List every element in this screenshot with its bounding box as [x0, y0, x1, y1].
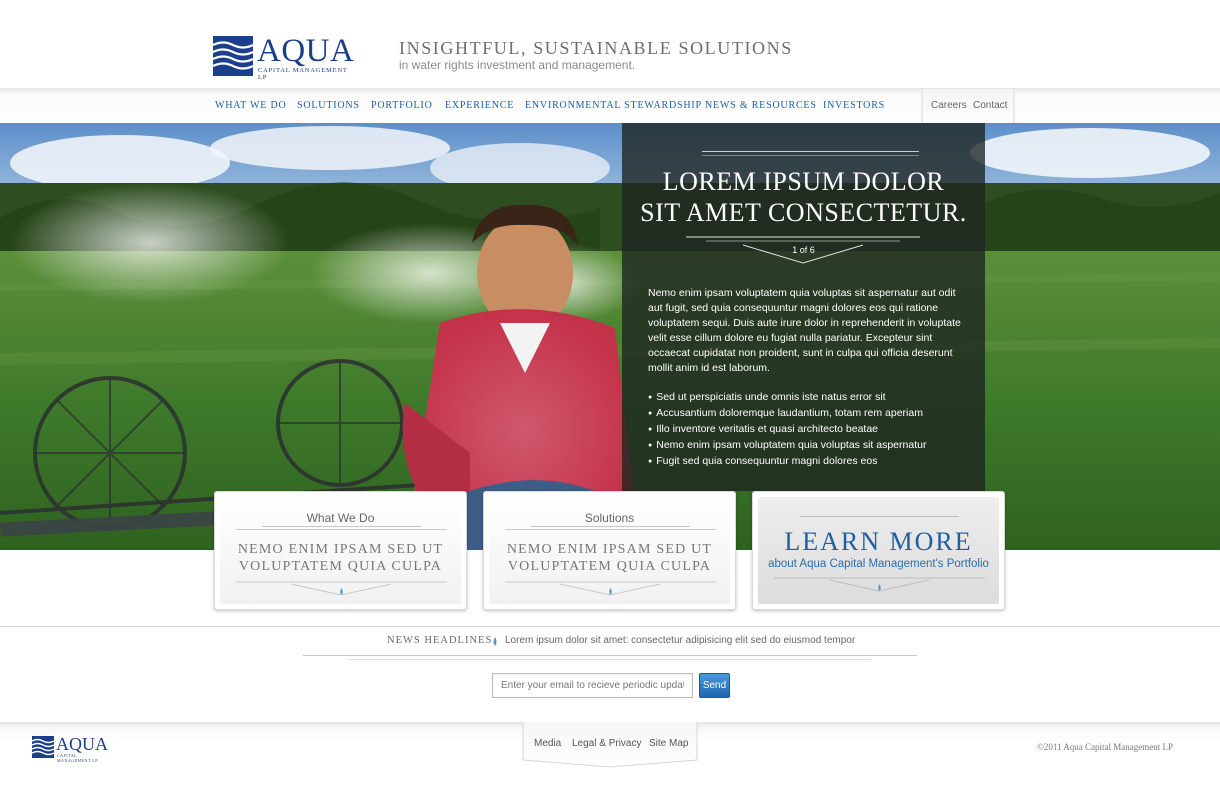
panel-rule — [702, 151, 919, 152]
water-drop-icon — [493, 637, 497, 646]
tagline: INSIGHTFUL, SUSTAINABLE SOLUTIONS — [399, 38, 793, 58]
card-inner: What We Do NEMO ENIM IPSAM SED UT VOLUPT… — [220, 497, 461, 604]
footer-logo[interactable]: AQUA Capital Management LP — [32, 734, 112, 763]
card-text-line1: NEMO ENIM IPSAM SED UT — [506, 542, 713, 557]
logo-wordmark: AQUA — [257, 33, 355, 69]
water-drop-icon — [608, 588, 612, 595]
news-headline-link[interactable]: Lorem ipsum dolor sit amet: consectetur … — [505, 635, 855, 646]
nav-item-solutions[interactable]: Solutions — [297, 100, 360, 111]
card-text-line2: VOLUPTATEM QUIA CULPA — [238, 559, 443, 574]
card-rule — [262, 526, 421, 527]
wave-logo-icon — [213, 36, 253, 76]
nav-item-investors[interactable]: Investors — [823, 100, 885, 111]
card-rule — [236, 529, 447, 530]
news-rule — [303, 655, 917, 656]
solutions-card[interactable]: Solutions NEMO ENIM IPSAM SED UT VOLUPTA… — [483, 491, 736, 610]
card-text-line2: VOLUPTATEM QUIA CULPA — [507, 559, 712, 574]
slide-counter: 1 of 6 — [792, 245, 815, 255]
footer-link-media[interactable]: Media — [534, 738, 561, 749]
hero-body-text: Nemo enim ipsam voluptatem quia voluptas… — [648, 287, 961, 374]
card-text-line1: NEMO ENIM IPSAM SED UT — [237, 542, 444, 557]
wave-logo-icon — [32, 736, 54, 758]
news-divider — [0, 626, 1220, 627]
hero-panel: LOREM IPSUM DOLOR SIT AMET CONSECTETUR. … — [622, 123, 985, 491]
contact-link[interactable]: Contact — [973, 100, 1007, 111]
card-title: What We Do — [306, 511, 375, 525]
footer-logo-subtitle: Capital Management LP — [57, 753, 98, 763]
footer-link-legal-privacy[interactable]: Legal & Privacy — [572, 738, 641, 749]
hero-bullet-list: Sed ut perspiciatis unde omnis iste natu… — [648, 390, 968, 470]
learn-more-heading: LEARN MORE — [784, 527, 973, 556]
footer-link-site-map[interactable]: Site Map — [649, 738, 688, 749]
site-header: AQUA Capital Management LP INSIGHTFUL, S… — [0, 0, 1220, 88]
list-item: Nemo enim ipsam voluptatem quia voluptas… — [648, 438, 968, 454]
card-inner: LEARN MORE about Aqua Capital Management… — [758, 497, 999, 604]
main-nav: What We Do Solutions Portfolio Experienc… — [0, 88, 1220, 123]
hero-title-line1: LOREM IPSUM DOLOR — [662, 167, 945, 196]
what-we-do-card[interactable]: What We Do NEMO ENIM IPSAM SED UT VOLUPT… — [214, 491, 467, 610]
learn-more-card[interactable]: LEARN MORE about Aqua Capital Management… — [752, 491, 1005, 610]
list-item: Sed ut perspiciatis unde omnis iste natu… — [648, 390, 968, 406]
hero-banner: LOREM IPSUM DOLOR SIT AMET CONSECTETUR. … — [0, 123, 1220, 550]
tagline-subtitle: in water rights investment and managemen… — [399, 58, 636, 72]
aqua-logo[interactable]: AQUA Capital Management LP — [213, 33, 355, 81]
hero-field-photo — [0, 123, 1220, 550]
nav-item-what-we-do[interactable]: What We Do — [215, 100, 287, 111]
card-title: Solutions — [584, 511, 635, 525]
learn-more-subtitle: about Aqua Capital Management's Portfoli… — [768, 558, 989, 570]
list-item: Fugit sed quia consequuntur magni dolore… — [648, 454, 968, 470]
news-headlines-label: News Headlines — [387, 635, 493, 646]
panel-rule — [702, 155, 919, 156]
hero-title-line2: SIT AMET CONSECTETUR. — [640, 198, 967, 227]
nav-item-news-resources[interactable]: News & Resources — [705, 100, 817, 111]
copyright-text: ©2011 Aqua Capital Management LP — [1037, 742, 1173, 752]
list-item: Illo inventore veritatis et quasi archit… — [648, 422, 968, 438]
card-inner: Solutions NEMO ENIM IPSAM SED UT VOLUPTA… — [489, 497, 730, 604]
nav-item-portfolio[interactable]: Portfolio — [371, 100, 433, 111]
list-item: Accusantium doloremque laudantium, totam… — [648, 406, 968, 422]
card-rule — [505, 529, 716, 530]
footer-wordmark: AQUA — [56, 734, 108, 754]
card-rule — [800, 516, 959, 517]
water-drop-icon — [877, 584, 881, 591]
water-drop-icon — [339, 588, 343, 595]
careers-link[interactable]: Careers — [931, 100, 967, 111]
news-rule — [349, 659, 871, 660]
send-button[interactable]: Send — [699, 673, 730, 698]
nav-item-environmental-stewardship[interactable]: Environmental Stewardship — [525, 100, 702, 111]
email-signup-input[interactable] — [492, 673, 693, 698]
footer-nav-tab: Media Legal & Privacy Site Map — [522, 722, 698, 768]
logo-subtitle: Capital Management LP — [258, 67, 348, 81]
card-rule — [531, 526, 690, 527]
nav-item-experience[interactable]: Experience — [445, 100, 514, 111]
